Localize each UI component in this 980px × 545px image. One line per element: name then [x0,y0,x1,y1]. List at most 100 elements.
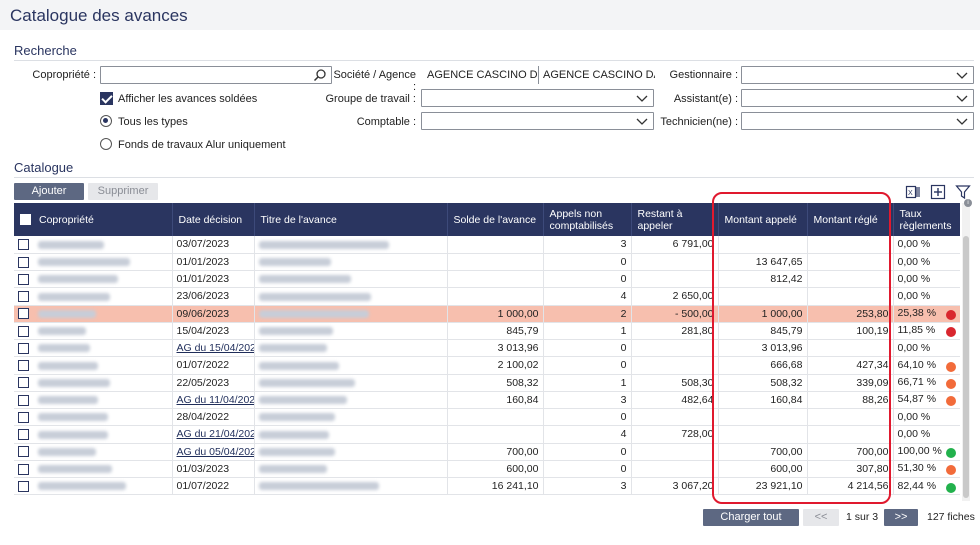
cell-titre[interactable] [254,287,448,306]
afficher-soldees-checkbox[interactable] [100,92,113,105]
add-column-icon[interactable] [930,184,946,200]
table-row[interactable]: 09/06/2023 1 000,00 2- 500,00 1 000,00 253,8… [14,305,960,323]
assistant-select[interactable] [741,89,974,107]
cell-titre[interactable] [254,253,448,272]
cell-copropriete[interactable] [14,270,173,289]
titre-redacted[interactable] [258,378,355,387]
groupe-select[interactable] [421,89,654,107]
technicien-select[interactable] [741,112,974,130]
copropriete-name-redacted[interactable] [37,396,98,405]
cell-copropriete[interactable] [14,339,173,358]
cell-copropriete[interactable] [14,391,173,410]
titre-redacted[interactable] [258,396,347,405]
cell-copropriete[interactable] [14,305,173,323]
cell-date[interactable]: AG du 11/04/2023 [172,391,255,410]
fonds-travaux-radio[interactable] [100,138,112,150]
header-solde[interactable]: Solde de l'avance [447,203,544,236]
titre-redacted[interactable] [258,309,369,318]
next-page-button[interactable]: >> [884,509,918,526]
titre-redacted[interactable] [258,430,329,439]
row-checkbox[interactable] [18,308,29,320]
table-row[interactable]: 23/06/2023 4 2 650,00 0,00 % [14,287,960,306]
cell-date[interactable]: AG du 21/04/2023 [172,425,255,444]
titre-redacted[interactable] [258,327,333,336]
copropriete-name-redacted[interactable] [37,344,90,353]
header-copropriete[interactable]: Copropriété [14,203,173,236]
cell-copropriete[interactable] [14,443,173,461]
copropriete-name-redacted[interactable] [37,413,108,422]
excel-export-icon[interactable]: X [905,184,921,200]
comptable-select[interactable] [421,112,654,130]
cell-copropriete[interactable] [14,477,173,496]
table-row[interactable]: AG du 11/04/2023 160,84 3 482,64 160,84 88,26… [14,391,960,410]
copropriete-name-redacted[interactable] [37,327,86,336]
cell-copropriete[interactable] [14,408,173,427]
row-checkbox[interactable] [18,446,29,458]
titre-redacted[interactable] [258,361,339,370]
cell-copropriete[interactable] [14,425,173,444]
copropriete-name-redacted[interactable] [37,361,98,370]
copropriete-input[interactable] [100,66,332,84]
row-checkbox[interactable] [18,480,29,492]
agence-value[interactable]: AGENCE CASCINO DAUG [543,69,655,81]
copropriete-name-redacted[interactable] [37,378,110,387]
row-checkbox[interactable] [18,239,29,251]
copropriete-name-redacted[interactable] [37,482,126,491]
tous-types-radio[interactable] [100,115,112,127]
grid-scrollbar-thumb[interactable] [963,236,969,498]
header-taux[interactable]: Taux règlements [893,203,960,236]
cell-titre[interactable] [254,356,448,375]
table-row[interactable]: 03/07/2023 3 6 791,00 0,00 % [14,236,960,254]
copropriete-name-redacted[interactable] [37,292,110,301]
table-row[interactable]: 28/04/2022 0 0,00 % [14,408,960,427]
prev-page-button[interactable]: << [803,509,839,526]
titre-redacted[interactable] [258,344,327,353]
table-row[interactable]: 15/04/2023 845,79 1 281,80 845,79 100,19 11,85… [14,322,960,341]
titre-redacted[interactable] [258,240,389,249]
table-row[interactable]: 01/07/2022 2 100,02 0 666,68 427,34 64,10 % [14,356,960,375]
cell-titre[interactable] [254,425,448,444]
cell-titre[interactable] [254,391,448,410]
row-checkbox[interactable] [18,394,29,406]
header-date[interactable]: Date décision [172,203,255,236]
cell-copropriete[interactable] [14,287,173,306]
filter-icon[interactable] [955,184,971,200]
cell-titre[interactable] [254,408,448,427]
cell-titre[interactable] [254,460,448,479]
cell-copropriete[interactable] [14,460,173,479]
delete-button[interactable]: Supprimer [88,183,158,200]
row-checkbox[interactable] [18,273,29,285]
copropriete-name-redacted[interactable] [37,309,96,318]
table-row[interactable]: AG du 05/04/2023 700,00 0 700,00 700,00 100,0… [14,443,960,461]
cell-copropriete[interactable] [14,322,173,341]
titre-redacted[interactable] [258,258,331,267]
cell-titre[interactable] [254,322,448,341]
row-checkbox[interactable] [18,256,29,268]
cell-titre[interactable] [254,305,448,323]
cell-copropriete[interactable] [14,236,173,254]
cell-titre[interactable] [254,374,448,392]
search-icon[interactable] [313,68,327,82]
titre-redacted[interactable] [258,275,351,284]
copropriete-name-redacted[interactable] [37,447,96,456]
header-montant-regle[interactable]: Montant réglé [807,203,894,236]
cell-copropriete[interactable] [14,356,173,375]
copropriete-name-redacted[interactable] [37,258,130,267]
cell-date[interactable]: AG du 15/04/2023 [172,339,255,358]
add-button[interactable]: Ajouter [14,183,84,200]
titre-redacted[interactable] [258,447,335,456]
cell-titre[interactable] [254,477,448,496]
societe-value[interactable]: AGENCE CASCINO DAUG [427,69,537,81]
titre-redacted[interactable] [258,413,335,422]
copropriete-name-redacted[interactable] [37,240,104,249]
titre-redacted[interactable] [258,292,371,301]
row-checkbox[interactable] [18,360,29,372]
table-row[interactable]: 22/05/2023 508,32 1 508,30 508,32 339,09 66,71… [14,374,960,392]
table-row[interactable]: AG du 21/04/2023 4 728,00 0,00 % [14,425,960,444]
cell-titre[interactable] [254,443,448,461]
row-checkbox[interactable] [18,291,29,303]
header-montant-appele[interactable]: Montant appelé [718,203,808,236]
cell-copropriete[interactable] [14,253,173,272]
cell-titre[interactable] [254,236,448,254]
cell-date[interactable]: AG du 05/04/2023 [172,443,255,461]
